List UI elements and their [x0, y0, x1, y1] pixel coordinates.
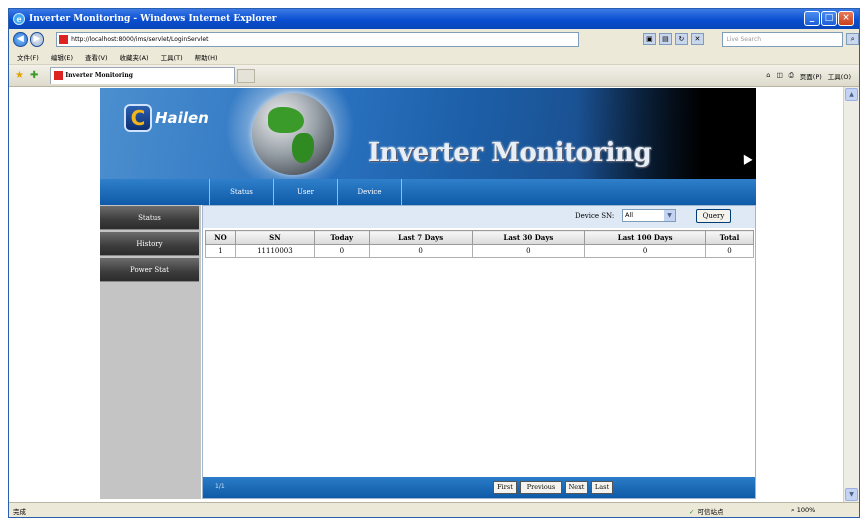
ie-logo-icon: e — [13, 13, 25, 25]
cell-last-30-days: 0 — [471, 244, 586, 258]
status-text: 完成 — [13, 508, 26, 516]
sidebar: Status History Power Stat — [100, 205, 201, 499]
search-icon[interactable]: ⌕ — [846, 33, 859, 45]
window-title: Inverter Monitoring - Windows Internet E… — [29, 14, 277, 24]
tab-title: Inverter Monitoring — [65, 72, 133, 79]
zoom-level[interactable]: ⌕ 100% — [791, 506, 815, 515]
menu-file[interactable]: 文件(F) — [17, 52, 39, 62]
cell-today: 0 — [313, 244, 370, 258]
tools-menu[interactable]: 工具(O) — [828, 71, 851, 81]
cell-last-100-days: 0 — [584, 244, 707, 258]
globe-land — [268, 107, 304, 133]
close-button[interactable]: × — [838, 11, 854, 26]
maximize-button[interactable]: □ — [821, 11, 837, 26]
header-banner: C Hailen Inverter Monitoring — [100, 88, 756, 179]
address-field[interactable]: http://localhost:8000/ims/servlet/LoginS… — [56, 31, 579, 47]
globe-land — [292, 133, 314, 163]
nav-user[interactable]: User — [274, 179, 338, 205]
address-url: http://localhost:8000/ims/servlet/LoginS… — [71, 35, 209, 43]
lock-icon[interactable]: ▤ — [658, 33, 672, 45]
col-today: Today — [313, 230, 370, 245]
scroll-up-icon[interactable]: ▲ — [845, 88, 858, 101]
col-total: Total — [705, 230, 754, 245]
first-page-button[interactable]: First — [493, 481, 517, 494]
security-zone-label: 可信站点 — [697, 508, 724, 516]
minimize-button[interactable]: _ — [804, 11, 820, 26]
title-bar: e Inverter Monitoring - Windows Internet… — [9, 9, 859, 29]
address-toolbar: ◀ ▶ http://localhost:8000/ims/servlet/Lo… — [9, 29, 859, 49]
print-icon[interactable]: ⎙ — [789, 71, 794, 81]
col-last-30-days: Last 30 Days — [471, 230, 586, 245]
scroll-down-icon[interactable]: ▼ — [845, 488, 858, 501]
browser-window: e Inverter Monitoring - Windows Internet… — [8, 8, 860, 518]
search-input[interactable]: Live Search — [722, 31, 844, 47]
chevron-down-icon[interactable]: ▼ — [664, 210, 675, 221]
page-menu[interactable]: 页面(P) — [800, 71, 822, 81]
address-tools: ▣ ▤ ↻ ✕ — [642, 32, 720, 47]
previous-page-button[interactable]: Previous — [520, 481, 562, 494]
sidebar-item-history[interactable]: History — [100, 232, 199, 256]
check-icon: ✓ — [689, 508, 695, 516]
energy-table: NO SN Today Last 7 Days Last 30 Days Las… — [205, 230, 754, 258]
nav-status[interactable]: Status — [210, 179, 274, 205]
cell-last-7-days: 0 — [368, 244, 473, 258]
sidebar-item-power-stat[interactable]: Power Stat — [100, 258, 199, 282]
menu-view[interactable]: 查看(V) — [85, 52, 108, 62]
refresh-icon[interactable]: ↻ — [674, 33, 688, 45]
globe-icon — [252, 93, 334, 175]
cell-no: 1 — [205, 244, 236, 258]
command-bar: ⌂ ◫ ⎙ 页面(P) 工具(O) — [766, 71, 851, 81]
last-page-button[interactable]: Last — [591, 481, 613, 494]
menu-edit[interactable]: 编辑(E) — [51, 52, 73, 62]
brand-logo: C Hailen — [124, 104, 209, 132]
forward-button[interactable]: ▶ — [29, 31, 45, 47]
banner-title: Inverter Monitoring — [368, 138, 652, 168]
col-last-7-days: Last 7 Days — [368, 230, 473, 245]
security-zone: ✓ 可信站点 — [689, 506, 723, 516]
favorites-star-icon[interactable]: ★ — [15, 70, 24, 81]
compat-icon[interactable]: ▣ — [642, 33, 656, 45]
cell-total: 0 — [705, 244, 754, 258]
nav-device[interactable]: Device — [338, 179, 402, 205]
page-viewport: C Hailen Inverter Monitoring Status User… — [9, 87, 859, 502]
main-panel: Device SN: All ▼ Query NO SN Today Last … — [202, 205, 756, 499]
tab-bar: ★ ✚ Inverter Monitoring ⌂ ◫ ⎙ 页面(P) 工具(O… — [9, 65, 859, 87]
status-bar: 完成 ✓ 可信站点 ⌕ 100% — [9, 502, 859, 517]
zoom-icon: ⌕ — [791, 506, 795, 514]
new-tab-button[interactable] — [237, 68, 256, 83]
brand-name: Hailen — [155, 109, 209, 127]
device-sn-label: Device SN: — [575, 212, 615, 220]
device-sn-select[interactable]: All ▼ — [622, 209, 676, 222]
top-nav: Status User Device — [100, 179, 756, 205]
next-page-button[interactable]: Next — [565, 481, 588, 494]
page-info: 1/1 — [215, 483, 225, 490]
menu-favorites[interactable]: 收藏夹(A) — [120, 52, 149, 62]
col-sn: SN — [234, 230, 315, 245]
query-button[interactable]: Query — [696, 209, 731, 223]
home-icon[interactable]: ⌂ — [766, 71, 770, 81]
table-row: 1 11110003 0 0 0 0 0 — [205, 244, 754, 258]
filter-bar: Device SN: All ▼ Query — [203, 206, 755, 228]
tab-inverter-monitoring[interactable]: Inverter Monitoring — [50, 67, 236, 84]
menu-bar: 文件(F) 编辑(E) 查看(V) 收藏夹(A) 工具(T) 帮助(H) — [9, 49, 859, 65]
page-icon — [59, 34, 69, 44]
col-last-100-days: Last 100 Days — [584, 230, 707, 245]
stop-icon[interactable]: ✕ — [690, 33, 704, 45]
feeds-icon[interactable]: ◫ — [776, 71, 782, 81]
menu-help[interactable]: 帮助(H) — [195, 52, 218, 62]
pager-bar: 1/1 First Previous Next Last — [203, 477, 755, 498]
cell-sn: 11110003 — [234, 244, 315, 258]
vertical-scrollbar[interactable]: ▲ ▼ — [843, 87, 859, 502]
back-button[interactable]: ◀ — [13, 31, 28, 47]
nav-spacer — [100, 179, 210, 205]
tab-page-icon — [54, 71, 64, 80]
col-no: NO — [205, 230, 236, 245]
logo-mark-icon: C — [124, 104, 152, 132]
menu-tools[interactable]: 工具(T) — [161, 52, 183, 62]
sidebar-item-status[interactable]: Status — [100, 206, 199, 230]
table-header-row: NO SN Today Last 7 Days Last 30 Days Las… — [205, 230, 754, 245]
zoom-value: 100% — [796, 506, 816, 514]
add-favorite-icon[interactable]: ✚ — [30, 70, 38, 81]
device-sn-value: All — [625, 211, 634, 219]
